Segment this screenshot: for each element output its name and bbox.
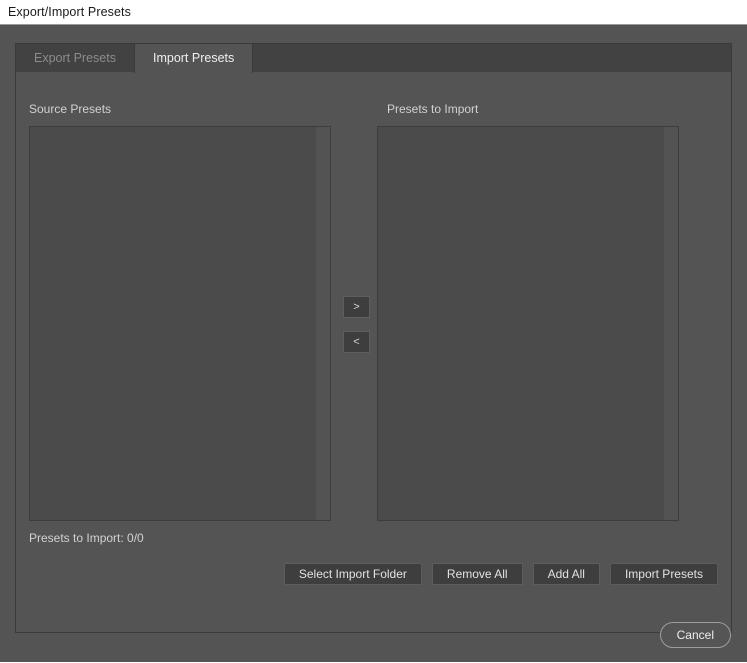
tab-import-presets[interactable]: Import Presets xyxy=(133,44,254,73)
window-title: Export/Import Presets xyxy=(8,5,131,19)
tab-import-presets-label: Import Presets xyxy=(152,51,235,65)
tab-export-presets[interactable]: Export Presets xyxy=(16,44,134,72)
add-all-label: Add All xyxy=(547,567,585,581)
cancel-button-label: Cancel xyxy=(676,627,714,642)
action-button-row: Select Import Folder Remove All Add All … xyxy=(29,563,718,585)
dialog-body: Export Presets Import Presets Source Pre… xyxy=(0,25,747,662)
presets-to-import-scrollbar[interactable] xyxy=(664,127,678,520)
select-import-folder-label: Select Import Folder xyxy=(298,567,407,581)
presets-to-import-listbox[interactable] xyxy=(377,126,679,521)
import-presets-button[interactable]: Import Presets xyxy=(609,563,718,585)
tab-container: Export Presets Import Presets Source Pre… xyxy=(15,43,732,633)
cancel-button[interactable]: Cancel xyxy=(659,621,731,648)
tab-strip: Export Presets Import Presets xyxy=(15,43,732,73)
presets-to-import-items[interactable] xyxy=(378,127,664,520)
presets-count-status: Presets to Import: 0/0 xyxy=(29,531,144,545)
tab-export-presets-label: Export Presets xyxy=(34,51,116,65)
source-presets-scrollbar[interactable] xyxy=(316,127,330,520)
move-left-button[interactable]: < xyxy=(343,331,370,353)
chevron-left-icon: < xyxy=(353,336,360,348)
presets-to-import-label: Presets to Import xyxy=(387,102,479,116)
source-presets-items[interactable] xyxy=(30,127,316,520)
remove-all-button[interactable]: Remove All xyxy=(431,563,523,585)
import-presets-panel: Source Presets Presets to Import > < Pre… xyxy=(15,72,732,633)
select-import-folder-button[interactable]: Select Import Folder xyxy=(283,563,422,585)
import-presets-label: Import Presets xyxy=(624,567,703,581)
remove-all-label: Remove All xyxy=(446,567,508,581)
source-presets-listbox[interactable] xyxy=(29,126,331,521)
source-presets-label: Source Presets xyxy=(29,102,112,116)
dialog-footer: Cancel xyxy=(0,607,747,662)
window-title-bar: Export/Import Presets xyxy=(0,0,747,25)
move-right-button[interactable]: > xyxy=(343,296,370,318)
add-all-button[interactable]: Add All xyxy=(532,563,600,585)
chevron-right-icon: > xyxy=(353,301,360,313)
